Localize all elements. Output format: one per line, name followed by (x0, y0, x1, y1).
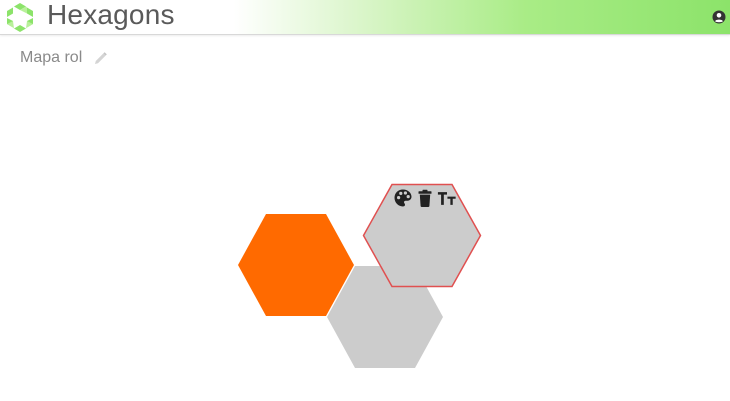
text-size-icon (437, 192, 456, 205)
pencil-edit-icon[interactable] (94, 51, 108, 65)
hexagon-toolbar (393, 188, 457, 208)
hexagon-logo-icon[interactable] (5, 2, 35, 32)
app-header: Hexagons (0, 0, 730, 35)
user-account-icon[interactable] (712, 10, 726, 24)
palette-icon (394, 189, 412, 207)
map-title[interactable]: Mapa rol (20, 49, 82, 67)
delete-hexagon-button[interactable] (415, 188, 435, 208)
app-title: Hexagons (47, 0, 175, 30)
map-title-row: Mapa rol (20, 47, 108, 69)
trash-icon (418, 189, 432, 207)
edit-text-button[interactable] (437, 188, 457, 208)
change-color-button[interactable] (393, 188, 413, 208)
